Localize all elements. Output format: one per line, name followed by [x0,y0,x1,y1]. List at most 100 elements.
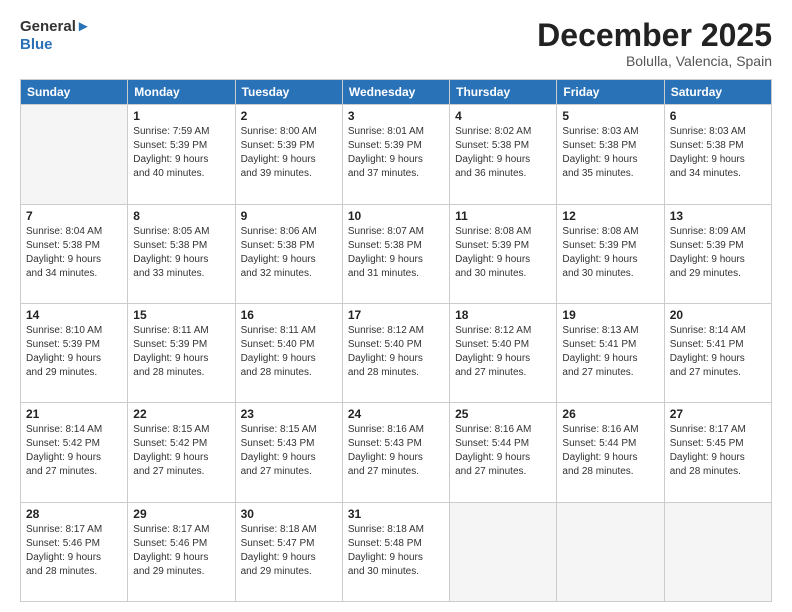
title-block: December 2025 Bolulla, Valencia, Spain [537,18,772,69]
day-number: 4 [455,109,551,123]
day-number: 23 [241,407,337,421]
calendar-cell: 15 Sunrise: 8:11 AM Sunset: 5:39 PM Dayli… [128,303,235,402]
calendar-cell: 30Sunrise: 8:18 AM Sunset: 5:47 PM Dayli… [235,502,342,601]
calendar-week-3: 14 Sunrise: 8:10 AM Sunset: 5:39 PM Dayli… [21,303,772,402]
calendar-cell: 13Sunrise: 8:09 AM Sunset: 5:39 PM Dayli… [664,204,771,303]
day-info: Sunrise: 8:08 AM Sunset: 5:39 PM Dayligh… [455,225,551,281]
day-number: 6 [670,109,766,123]
day-info: Sunrise: 8:16 AM Sunset: 5:44 PM Dayligh… [455,423,551,479]
day-number: 10 [348,209,444,223]
calendar-cell: 7 Sunrise: 8:04 AM Sunset: 5:38 PM Daylig… [21,204,128,303]
day-number: 16 [241,308,337,322]
location-subtitle: Bolulla, Valencia, Spain [537,53,772,69]
day-info: Sunrise: 8:12 AM Sunset: 5:40 PM Dayligh… [348,324,444,380]
calendar-cell [21,105,128,204]
day-info: Sunrise: 8:16 AM Sunset: 5:43 PM Dayligh… [348,423,444,479]
calendar-cell: 5 Sunrise: 8:03 AM Sunset: 5:38 PM Daylig… [557,105,664,204]
day-number: 12 [562,209,658,223]
weekday-header-monday: Monday [128,80,235,105]
calendar-cell [664,502,771,601]
day-info: Sunrise: 8:03 AM Sunset: 5:38 PM Dayligh… [670,125,766,181]
day-info: Sunrise: 8:14 AM Sunset: 5:41 PM Dayligh… [670,324,766,380]
day-number: 5 [562,109,658,123]
day-number: 26 [562,407,658,421]
weekday-header-friday: Friday [557,80,664,105]
day-number: 11 [455,209,551,223]
day-number: 27 [670,407,766,421]
calendar-cell: 4 Sunrise: 8:02 AM Sunset: 5:38 PM Daylig… [450,105,557,204]
day-info: Sunrise: 8:05 AM Sunset: 5:38 PM Dayligh… [133,225,229,281]
calendar-cell: 1Sunrise: 7:59 AM Sunset: 5:39 PM Daylig… [128,105,235,204]
calendar-cell: 19 Sunrise: 8:13 AM Sunset: 5:41 PM Dayli… [557,303,664,402]
calendar-cell: 8Sunrise: 8:05 AM Sunset: 5:38 PM Daylig… [128,204,235,303]
day-number: 7 [26,209,122,223]
calendar-cell: 14 Sunrise: 8:10 AM Sunset: 5:39 PM Dayli… [21,303,128,402]
calendar-cell [450,502,557,601]
calendar-cell: 21 Sunrise: 8:14 AM Sunset: 5:42 PM Dayli… [21,403,128,502]
day-number: 22 [133,407,229,421]
day-number: 17 [348,308,444,322]
day-info: Sunrise: 8:09 AM Sunset: 5:39 PM Dayligh… [670,225,766,281]
weekday-header-thursday: Thursday [450,80,557,105]
day-number: 31 [348,507,444,521]
calendar-cell: 27 Sunrise: 8:17 AM Sunset: 5:45 PM Dayli… [664,403,771,502]
calendar-cell: 6 Sunrise: 8:03 AM Sunset: 5:38 PM Daylig… [664,105,771,204]
day-info: Sunrise: 8:14 AM Sunset: 5:42 PM Dayligh… [26,423,122,479]
day-number: 28 [26,507,122,521]
day-info: Sunrise: 8:07 AM Sunset: 5:38 PM Dayligh… [348,225,444,281]
calendar-table: SundayMondayTuesdayWednesdayThursdayFrid… [20,79,772,602]
day-number: 25 [455,407,551,421]
calendar-cell: 31 Sunrise: 8:18 AM Sunset: 5:48 PM Dayli… [342,502,449,601]
day-info: Sunrise: 8:18 AM Sunset: 5:48 PM Dayligh… [348,523,444,579]
calendar-cell: 11 Sunrise: 8:08 AM Sunset: 5:39 PM Dayli… [450,204,557,303]
day-number: 14 [26,308,122,322]
weekday-header-tuesday: Tuesday [235,80,342,105]
day-info: Sunrise: 8:00 AM Sunset: 5:39 PM Dayligh… [241,125,337,181]
calendar-week-4: 21 Sunrise: 8:14 AM Sunset: 5:42 PM Dayli… [21,403,772,502]
calendar-cell: 25 Sunrise: 8:16 AM Sunset: 5:44 PM Dayli… [450,403,557,502]
day-info: Sunrise: 8:04 AM Sunset: 5:38 PM Dayligh… [26,225,122,281]
header: General►Blue December 2025 Bolulla, Vale… [20,18,772,69]
day-info: Sunrise: 8:08 AM Sunset: 5:39 PM Dayligh… [562,225,658,281]
day-info: Sunrise: 8:17 AM Sunset: 5:46 PM Dayligh… [26,523,122,579]
day-number: 2 [241,109,337,123]
day-info: Sunrise: 8:06 AM Sunset: 5:38 PM Dayligh… [241,225,337,281]
day-info: Sunrise: 8:18 AM Sunset: 5:47 PM Dayligh… [241,523,337,579]
day-number: 15 [133,308,229,322]
day-info: Sunrise: 8:10 AM Sunset: 5:39 PM Dayligh… [26,324,122,380]
calendar-cell: 12 Sunrise: 8:08 AM Sunset: 5:39 PM Dayli… [557,204,664,303]
day-info: Sunrise: 8:11 AM Sunset: 5:39 PM Dayligh… [133,324,229,380]
calendar-cell: 9 Sunrise: 8:06 AM Sunset: 5:38 PM Daylig… [235,204,342,303]
calendar-body: 1Sunrise: 7:59 AM Sunset: 5:39 PM Daylig… [21,105,772,602]
day-info: Sunrise: 8:13 AM Sunset: 5:41 PM Dayligh… [562,324,658,380]
calendar-cell: 18Sunrise: 8:12 AM Sunset: 5:40 PM Dayli… [450,303,557,402]
day-number: 20 [670,308,766,322]
day-number: 24 [348,407,444,421]
day-info: Sunrise: 8:17 AM Sunset: 5:45 PM Dayligh… [670,423,766,479]
page: General►Blue December 2025 Bolulla, Vale… [0,0,792,612]
calendar-cell: 3Sunrise: 8:01 AM Sunset: 5:39 PM Daylig… [342,105,449,204]
logo: General►Blue [20,18,91,54]
day-number: 29 [133,507,229,521]
day-info: Sunrise: 8:17 AM Sunset: 5:46 PM Dayligh… [133,523,229,579]
day-number: 1 [133,109,229,123]
day-number: 21 [26,407,122,421]
day-info: Sunrise: 8:03 AM Sunset: 5:38 PM Dayligh… [562,125,658,181]
calendar-cell: 17 Sunrise: 8:12 AM Sunset: 5:40 PM Dayli… [342,303,449,402]
day-number: 19 [562,308,658,322]
day-number: 3 [348,109,444,123]
calendar-cell: 20 Sunrise: 8:14 AM Sunset: 5:41 PM Dayli… [664,303,771,402]
calendar-cell: 16Sunrise: 8:11 AM Sunset: 5:40 PM Dayli… [235,303,342,402]
calendar-cell: 2 Sunrise: 8:00 AM Sunset: 5:39 PM Daylig… [235,105,342,204]
weekday-header-sunday: Sunday [21,80,128,105]
weekday-header-wednesday: Wednesday [342,80,449,105]
calendar-week-1: 1Sunrise: 7:59 AM Sunset: 5:39 PM Daylig… [21,105,772,204]
day-info: Sunrise: 8:02 AM Sunset: 5:38 PM Dayligh… [455,125,551,181]
day-number: 9 [241,209,337,223]
day-info: Sunrise: 8:12 AM Sunset: 5:40 PM Dayligh… [455,324,551,380]
logo-text: General►Blue [20,18,91,54]
calendar-cell [557,502,664,601]
calendar-week-2: 7 Sunrise: 8:04 AM Sunset: 5:38 PM Daylig… [21,204,772,303]
calendar-cell: 10 Sunrise: 8:07 AM Sunset: 5:38 PM Dayli… [342,204,449,303]
day-info: Sunrise: 8:15 AM Sunset: 5:42 PM Dayligh… [133,423,229,479]
